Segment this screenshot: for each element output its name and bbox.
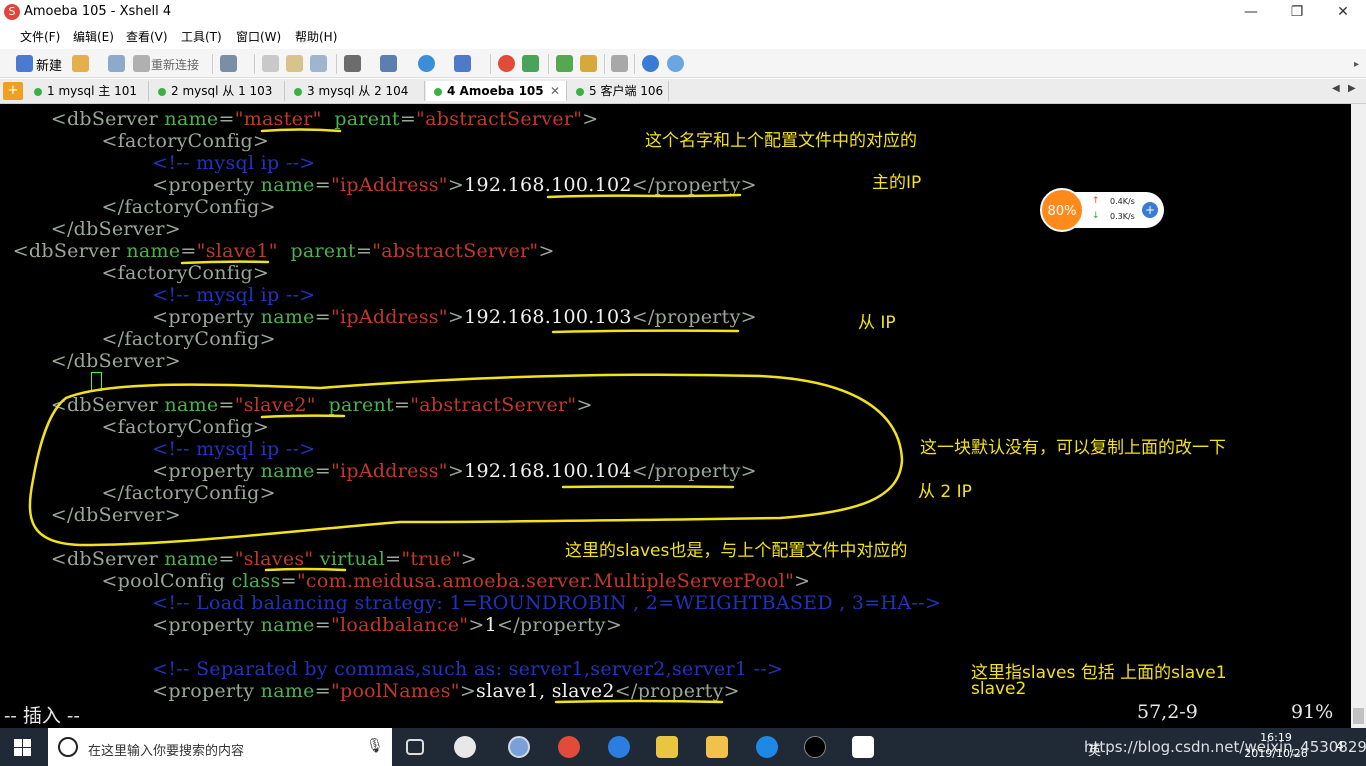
- csdn-watermark: https://blog.csdn.net/weixin_45308292: [1084, 738, 1366, 756]
- annotation-overlay: [28, 128, 904, 704]
- circle-slave2-block: [28, 373, 904, 547]
- photos-app-icon[interactable]: [852, 736, 874, 758]
- underline-slave1: [180, 260, 270, 265]
- sogou-app-icon[interactable]: [608, 736, 630, 758]
- upload-arrow-icon: ↑: [1092, 196, 1100, 206]
- underline-master: [260, 128, 342, 133]
- underline-slave2-ip: [561, 485, 735, 489]
- pinwheel-app-icon[interactable]: [454, 736, 476, 758]
- cpu-usage-badge[interactable]: 80%: [1040, 188, 1084, 232]
- browser-app-icon[interactable]: [508, 736, 530, 758]
- microphone-icon[interactable]: 🎙: [366, 738, 384, 754]
- taskbar-search-box[interactable]: 在这里输入你要搜索的内容 🎙: [48, 728, 392, 766]
- underline-poolnames: [554, 699, 724, 704]
- file-explorer-icon[interactable]: [706, 736, 728, 758]
- media-app-icon[interactable]: [804, 736, 826, 758]
- windows-start-icon[interactable]: [14, 739, 31, 756]
- boost-plus-button[interactable]: +: [1142, 202, 1158, 218]
- underline-slave2: [260, 414, 346, 419]
- upload-speed: 0.4K/s: [1110, 197, 1135, 206]
- underline-master-ip: [546, 193, 742, 199]
- network-monitor-widget[interactable]: 80% ↑ 0.4K/s ↓ 0.3K/s +: [1040, 188, 1166, 232]
- xshell-taskbar-icon[interactable]: [558, 736, 580, 758]
- underline-slaves: [264, 567, 347, 572]
- cortana-icon: [58, 737, 78, 757]
- notes-app-icon[interactable]: [656, 736, 678, 758]
- task-view-icon[interactable]: [406, 739, 424, 755]
- underline-slave1-ip: [551, 329, 740, 334]
- download-arrow-icon: ↓: [1092, 211, 1100, 221]
- search-placeholder: 在这里输入你要搜索的内容: [88, 744, 245, 759]
- kugou-app-icon[interactable]: [756, 736, 778, 758]
- download-speed: 0.3K/s: [1110, 212, 1135, 221]
